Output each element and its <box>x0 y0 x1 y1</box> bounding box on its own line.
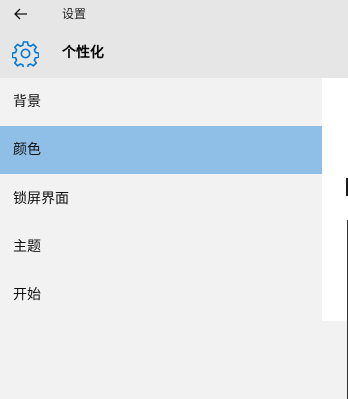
sidebar-item-label: 锁屏界面 <box>13 191 69 207</box>
sidebar-item-label: 颜色 <box>13 142 41 158</box>
sidebar: 背景 颜色 锁屏界面 主题 开始 <box>0 78 322 321</box>
title-bar: 设置 <box>0 0 348 28</box>
back-button[interactable] <box>10 4 32 24</box>
page-title: 个性化 <box>62 45 104 61</box>
sidebar-item-themes[interactable]: 主题 <box>0 223 322 271</box>
gear-icon <box>12 40 39 67</box>
window-title: 设置 <box>62 7 87 21</box>
sidebar-item-label: 主题 <box>13 239 41 255</box>
back-arrow-icon <box>14 8 27 20</box>
page-header: 个性化 <box>0 28 348 78</box>
sidebar-item-colors[interactable]: 颜色 <box>0 126 322 174</box>
sidebar-item-label: 背景 <box>13 94 41 110</box>
main-content-panel <box>322 78 348 399</box>
sidebar-item-background[interactable]: 背景 <box>0 78 322 126</box>
sidebar-item-label: 开始 <box>13 287 41 303</box>
sidebar-item-start[interactable]: 开始 <box>0 271 322 319</box>
sidebar-item-lock-screen[interactable]: 锁屏界面 <box>0 175 322 223</box>
